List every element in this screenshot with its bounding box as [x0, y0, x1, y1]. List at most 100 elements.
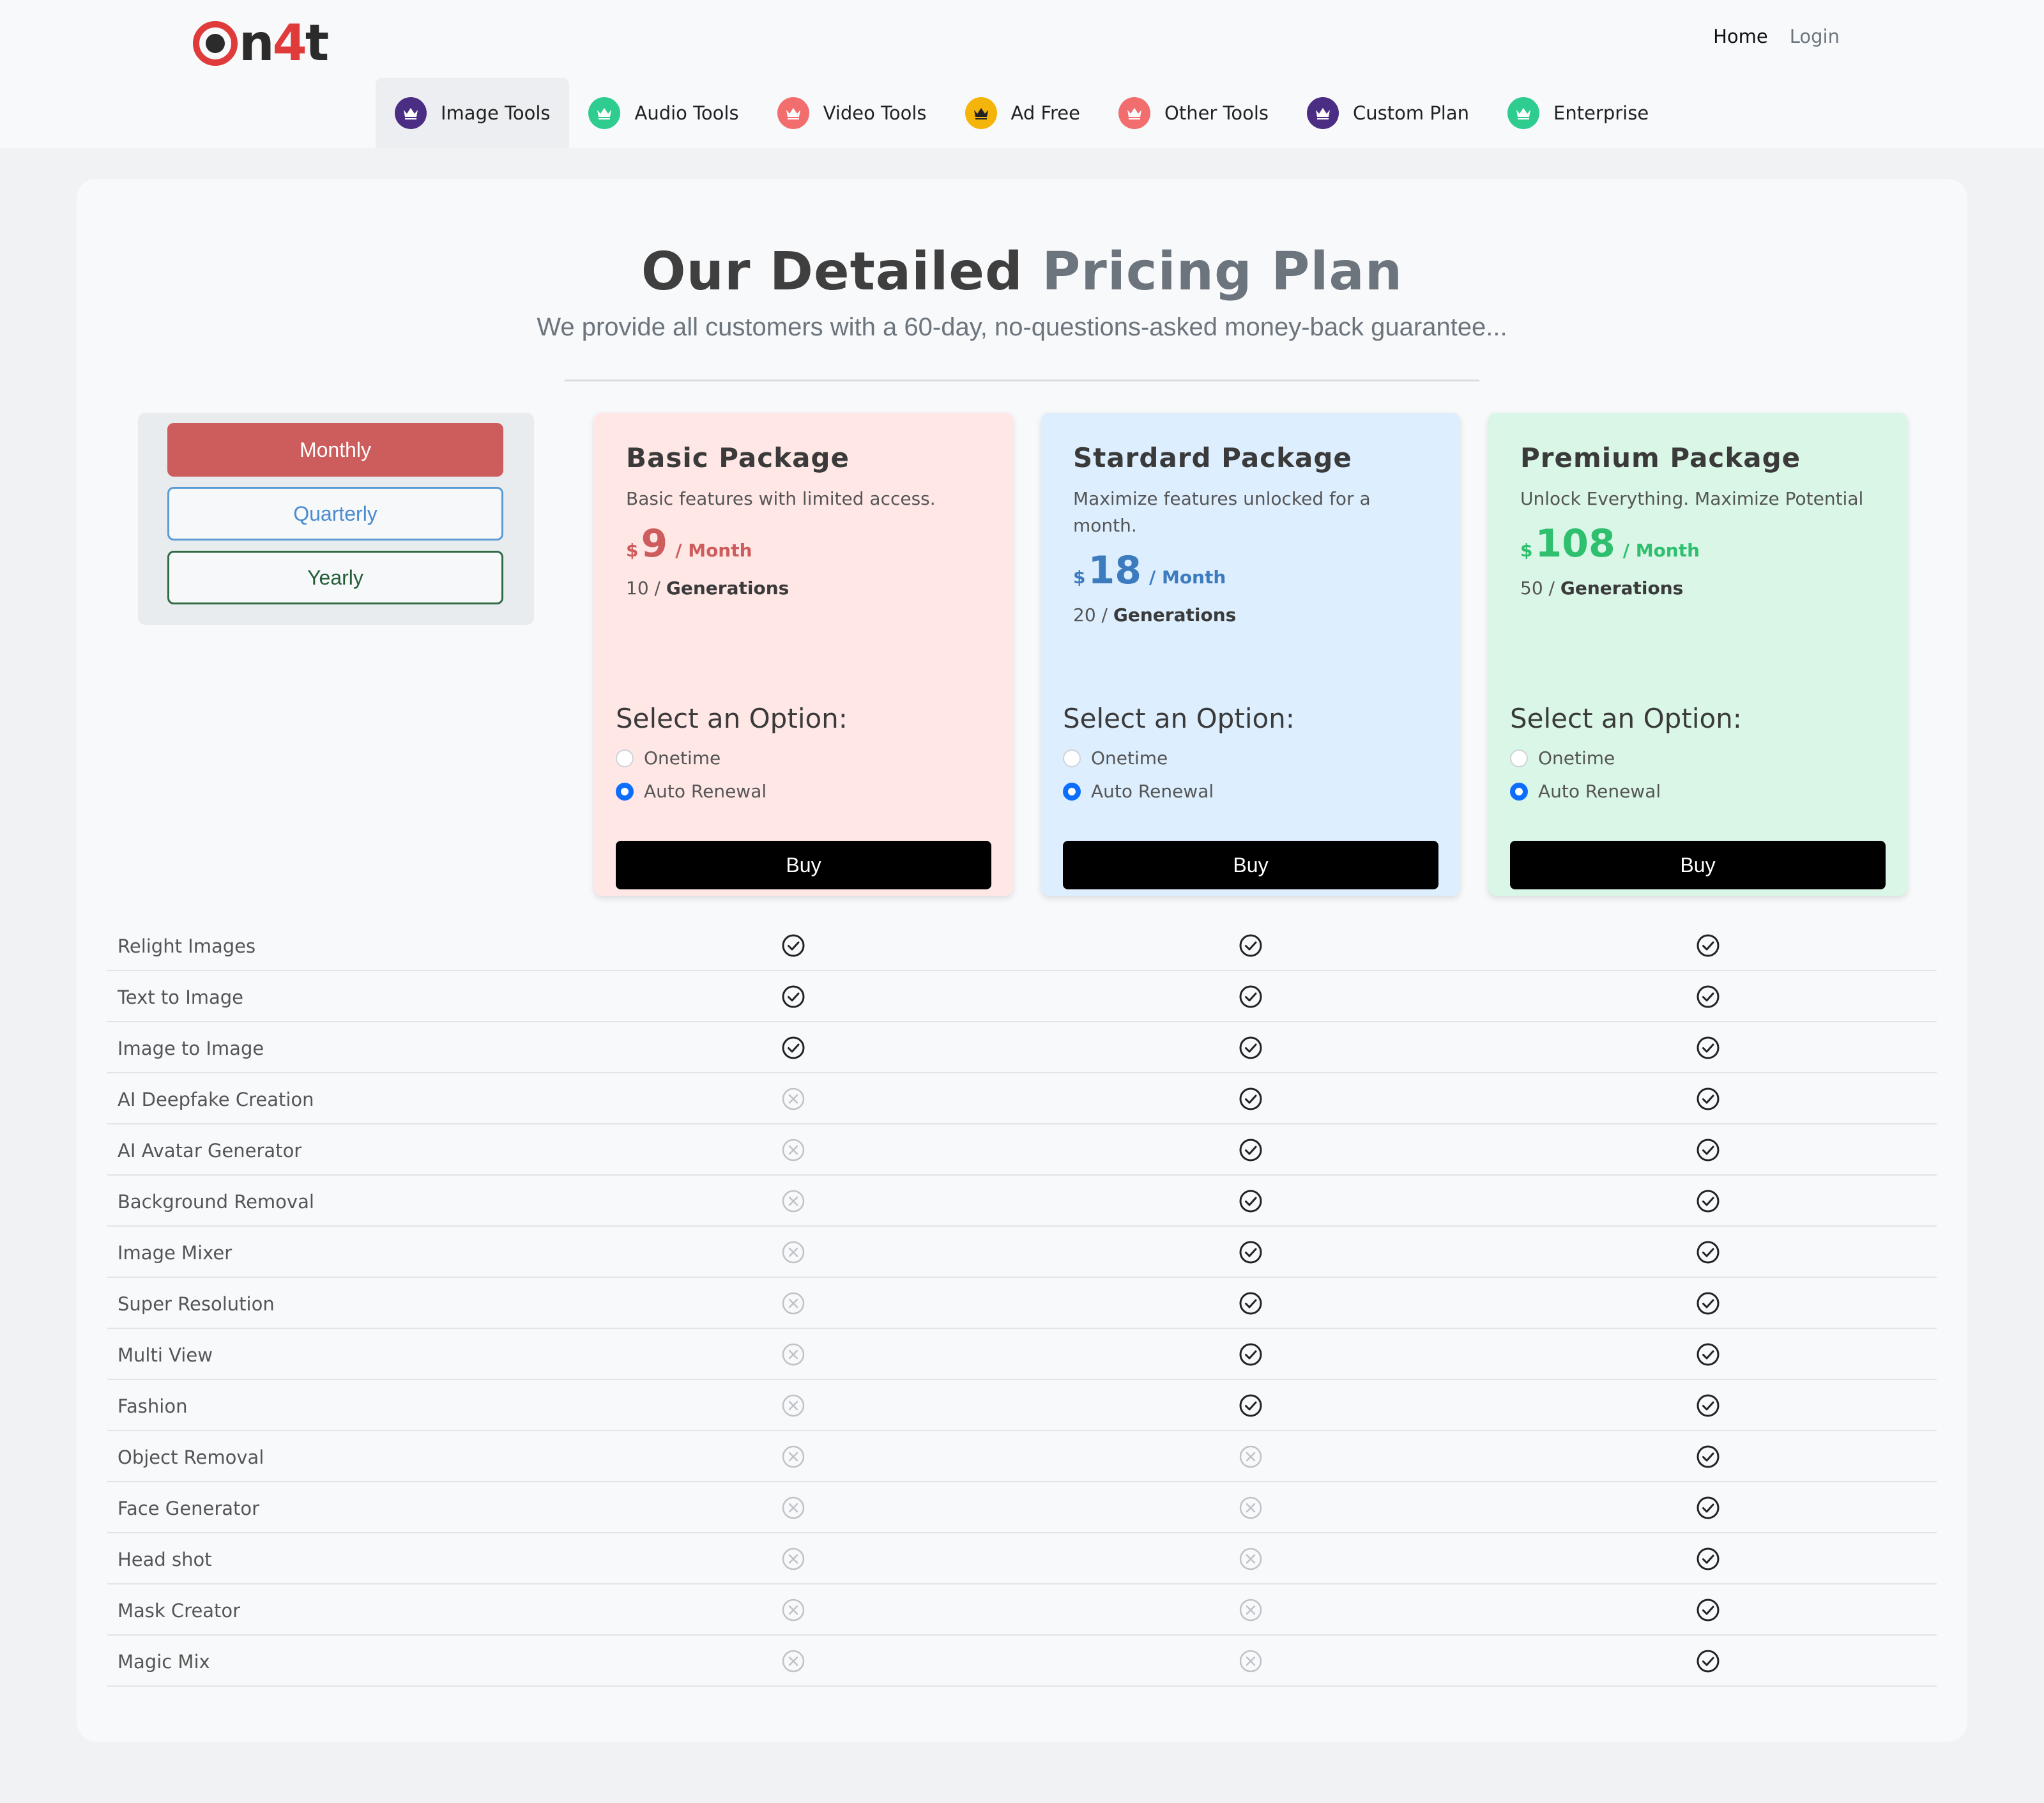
- nav-home-link[interactable]: Home: [1713, 26, 1768, 47]
- check-circle-icon: [1689, 1431, 1727, 1482]
- feature-name: Relight Images: [118, 935, 256, 957]
- package-card-basic: Basic Package Basic features with limite…: [594, 413, 1013, 896]
- x-circle-icon: [774, 1329, 812, 1380]
- site-header: n4t Home Login Image Tools Audio Tools V…: [0, 0, 2044, 148]
- table-row: Image Mixer: [107, 1227, 1937, 1278]
- radio-onetime[interactable]: [1510, 749, 1528, 767]
- tab-label: Audio Tools: [634, 102, 739, 124]
- tab-other-tools[interactable]: Other Tools: [1099, 78, 1288, 148]
- feature-name: AI Avatar Generator: [118, 1140, 302, 1162]
- tab-label: Ad Free: [1011, 102, 1081, 124]
- radio-onetime[interactable]: [616, 749, 634, 767]
- brand-logo[interactable]: n4t: [193, 12, 329, 75]
- table-row: Multi View: [107, 1329, 1937, 1380]
- crown-icon: [588, 97, 621, 129]
- package-price: $108/ Month: [1520, 521, 1700, 566]
- package-description: Basic features with limited access.: [626, 488, 936, 509]
- table-row: Face Generator: [107, 1482, 1937, 1533]
- x-circle-icon: [774, 1533, 812, 1584]
- x-circle-icon: [774, 1584, 812, 1636]
- billing-yearly-button[interactable]: Yearly: [167, 551, 503, 604]
- feature-name: Image Mixer: [118, 1242, 233, 1264]
- x-circle-icon: [1232, 1431, 1270, 1482]
- package-generations: 10 / Generations: [626, 578, 789, 599]
- option-title: Select an Option:: [1510, 703, 1742, 734]
- check-circle-icon: [1689, 920, 1727, 971]
- radio-onetime[interactable]: [1063, 749, 1081, 767]
- option-onetime[interactable]: Onetime: [1510, 748, 1615, 769]
- table-row: Relight Images: [107, 920, 1937, 971]
- option-auto-renewal[interactable]: Auto Renewal: [1063, 781, 1214, 802]
- check-circle-icon: [1689, 1380, 1727, 1431]
- package-name: Basic Package: [626, 442, 850, 473]
- feature-name: Text to Image: [118, 986, 244, 1008]
- tab-audio-tools[interactable]: Audio Tools: [569, 78, 758, 148]
- radio-auto-renewal[interactable]: [616, 782, 634, 801]
- table-row: Fashion: [107, 1380, 1937, 1431]
- table-row: AI Avatar Generator: [107, 1124, 1937, 1176]
- check-circle-icon: [1689, 1584, 1727, 1636]
- check-circle-icon: [1689, 1124, 1727, 1176]
- tab-image-tools[interactable]: Image Tools: [376, 78, 570, 148]
- check-circle-icon: [774, 971, 812, 1022]
- option-onetime[interactable]: Onetime: [616, 748, 721, 769]
- package-name: Premium Package: [1520, 442, 1801, 473]
- check-circle-icon: [1232, 1380, 1270, 1431]
- feature-name: Multi View: [118, 1344, 213, 1366]
- feature-name: Fashion: [118, 1395, 188, 1417]
- check-circle-icon: [1689, 1329, 1727, 1380]
- check-circle-icon: [1689, 1533, 1727, 1584]
- table-row: Background Removal: [107, 1176, 1937, 1227]
- table-row: AI Deepfake Creation: [107, 1073, 1937, 1124]
- divider: [565, 380, 1479, 381]
- tab-ad-free[interactable]: Ad Free: [946, 78, 1100, 148]
- buy-button-basic[interactable]: Buy: [616, 841, 991, 889]
- table-row: Image to Image: [107, 1022, 1937, 1073]
- check-circle-icon: [1689, 1022, 1727, 1073]
- check-circle-icon: [1232, 920, 1270, 971]
- feature-name: Image to Image: [118, 1038, 264, 1059]
- x-circle-icon: [1232, 1636, 1270, 1687]
- radio-auto-renewal[interactable]: [1510, 782, 1528, 801]
- package-name: Stardard Package: [1073, 442, 1352, 473]
- package-card-standard: Stardard Package Maximize features unloc…: [1041, 413, 1460, 896]
- crown-icon: [1307, 97, 1339, 129]
- logo-ring-icon: [193, 21, 238, 66]
- package-price: $9/ Month: [626, 521, 752, 566]
- x-circle-icon: [774, 1636, 812, 1687]
- package-price: $18/ Month: [1073, 548, 1226, 593]
- radio-auto-renewal[interactable]: [1063, 782, 1081, 801]
- tab-enterprise[interactable]: Enterprise: [1488, 78, 1668, 148]
- option-auto-renewal[interactable]: Auto Renewal: [616, 781, 766, 802]
- crown-icon: [1118, 97, 1150, 129]
- buy-button-premium[interactable]: Buy: [1510, 841, 1886, 889]
- billing-quarterly-button[interactable]: Quarterly: [167, 487, 503, 541]
- check-circle-icon: [1232, 1278, 1270, 1329]
- feature-name: Face Generator: [118, 1498, 260, 1519]
- billing-monthly-button[interactable]: Monthly: [167, 423, 503, 477]
- check-circle-icon: [774, 920, 812, 971]
- x-circle-icon: [774, 1278, 812, 1329]
- nav-login-link[interactable]: Login: [1790, 26, 1840, 47]
- crown-icon: [777, 97, 809, 129]
- option-onetime[interactable]: Onetime: [1063, 748, 1168, 769]
- check-circle-icon: [1232, 1022, 1270, 1073]
- tab-video-tools[interactable]: Video Tools: [758, 78, 946, 148]
- x-circle-icon: [774, 1124, 812, 1176]
- tab-label: Custom Plan: [1353, 102, 1470, 124]
- check-circle-icon: [1232, 1073, 1270, 1124]
- package-generations: 50 / Generations: [1520, 578, 1684, 599]
- tab-custom-plan[interactable]: Custom Plan: [1288, 78, 1488, 148]
- table-row: Object Removal: [107, 1431, 1937, 1482]
- option-auto-renewal[interactable]: Auto Renewal: [1510, 781, 1661, 802]
- check-circle-icon: [1689, 1176, 1727, 1227]
- x-circle-icon: [1232, 1584, 1270, 1636]
- page-title: Our Detailed Pricing Plan: [641, 242, 1403, 302]
- pricing-section: Our Detailed Pricing Plan We provide all…: [77, 179, 1967, 1742]
- logo-text: n4t: [239, 15, 329, 72]
- feature-name: Object Removal: [118, 1446, 264, 1468]
- table-row: Head shot: [107, 1533, 1937, 1584]
- table-row: Magic Mix: [107, 1636, 1937, 1687]
- buy-button-standard[interactable]: Buy: [1063, 841, 1438, 889]
- feature-name: Head shot: [118, 1549, 212, 1570]
